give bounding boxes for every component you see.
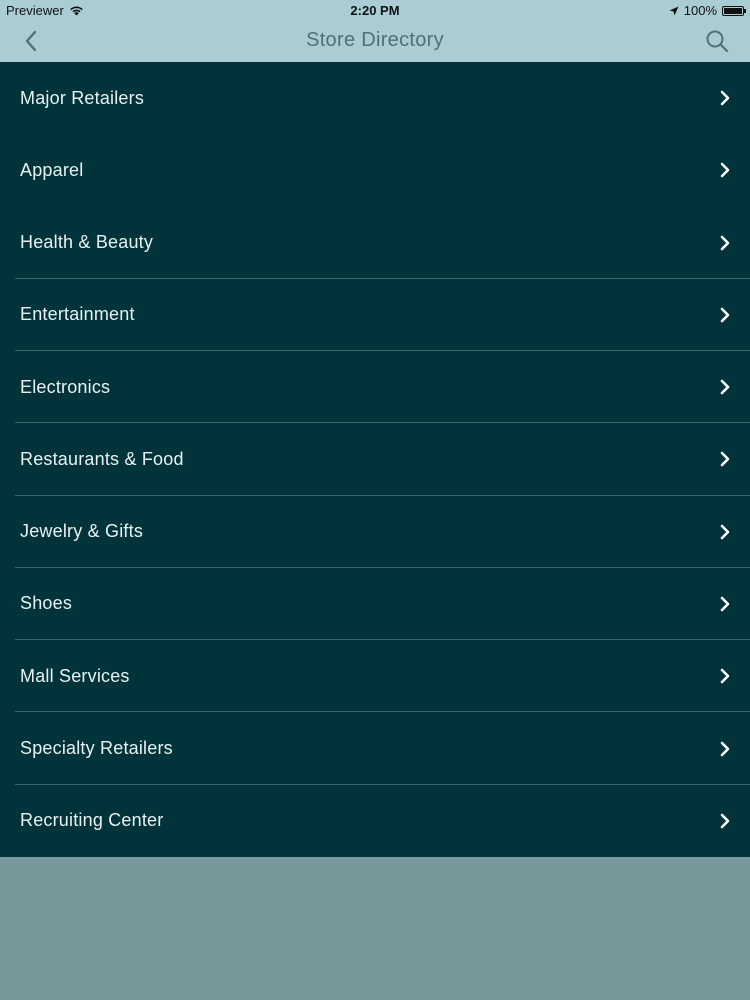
chevron-right-icon <box>720 90 730 106</box>
category-item-specialty-retailers[interactable]: Specialty Retailers <box>0 712 750 785</box>
category-label: Health & Beauty <box>20 232 154 253</box>
chevron-right-icon <box>720 741 730 756</box>
chevron-right-icon <box>720 524 730 540</box>
category-item-recruiting-center[interactable]: Recruiting Center <box>0 785 750 857</box>
chevron-right-icon <box>720 163 730 178</box>
search-button[interactable] <box>702 26 732 56</box>
category-label: Mall Services <box>20 665 130 686</box>
category-label: Recruiting Center <box>20 810 164 831</box>
chevron-right-icon <box>720 596 730 612</box>
category-label: Specialty Retailers <box>20 738 173 759</box>
chevron-right-icon <box>720 307 730 323</box>
category-item-apparel[interactable]: Apparel <box>0 134 750 206</box>
battery-icon <box>722 5 746 16</box>
location-arrow-icon <box>669 6 679 15</box>
chevron-right-icon <box>720 452 730 467</box>
category-list: Major Retailers Apparel Health & Beauty … <box>0 62 750 857</box>
status-time: 2:20 PM <box>350 3 400 18</box>
status-bar: Previewer 2:20 PM 100% <box>0 0 750 20</box>
chevron-right-icon <box>720 668 730 684</box>
category-label: Major Retailers <box>20 87 145 108</box>
category-item-mall-services[interactable]: Mall Services <box>0 640 750 713</box>
category-label: Shoes <box>20 593 73 614</box>
chevron-right-icon <box>720 813 730 829</box>
category-item-major-retailers[interactable]: Major Retailers <box>0 62 750 134</box>
status-right: 100% <box>669 3 746 18</box>
chevron-right-icon <box>720 235 730 250</box>
page-title: Store Directory <box>306 29 444 51</box>
category-item-entertainment[interactable]: Entertainment <box>0 279 750 352</box>
battery-percent: 100% <box>683 3 717 18</box>
category-item-electronics[interactable]: Electronics <box>0 351 750 424</box>
nav-bar: Store Directory <box>0 20 750 62</box>
category-label: Electronics <box>20 376 111 397</box>
category-label: Apparel <box>20 159 84 180</box>
category-label: Jewelry & Gifts <box>20 521 144 542</box>
category-label: Restaurants & Food <box>20 448 184 469</box>
category-item-restaurants-food[interactable]: Restaurants & Food <box>0 423 750 496</box>
chevron-right-icon <box>720 379 730 395</box>
category-item-health-beauty[interactable]: Health & Beauty <box>0 207 750 280</box>
category-item-jewelry-gifts[interactable]: Jewelry & Gifts <box>0 496 750 569</box>
category-label: Entertainment <box>20 304 135 325</box>
category-item-shoes[interactable]: Shoes <box>0 568 750 641</box>
search-icon <box>706 30 729 53</box>
